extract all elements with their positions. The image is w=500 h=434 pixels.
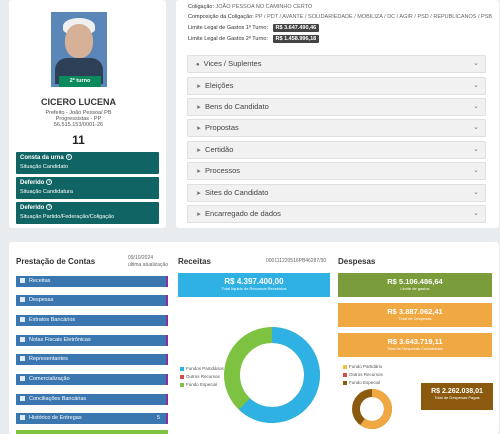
coalition-name-row: Coligação: JOÃO PESSOA NO CAMINHO CERTO bbox=[188, 4, 313, 10]
desp-legend-outros: Outros Recursos bbox=[343, 372, 383, 377]
btn-despesas[interactable]: Despesas bbox=[16, 295, 168, 306]
arrow-icon: ➤ bbox=[196, 169, 202, 175]
status-box-candidatura: Deferido? Situação Candidatura bbox=[16, 177, 159, 199]
candidate-number: 11 bbox=[72, 133, 85, 147]
btn-extratos[interactable]: Extratos Bancários bbox=[16, 315, 168, 326]
search-icon bbox=[20, 277, 25, 283]
despesas-contratadas-bar: R$ 3.643.719,11 Total de Despesas Contra… bbox=[338, 333, 492, 357]
status-box-urna: Consta da urna? Situação Candidato bbox=[16, 152, 159, 174]
section-sites[interactable]: ➤ Sites do Candidato ⌄ bbox=[187, 184, 486, 202]
candidate-cnpj: 56.515.153/0001-26 bbox=[53, 122, 104, 128]
section-vices[interactable]: ● Vices / Suplentes ⌄ bbox=[187, 55, 486, 73]
chevron-down-icon: ⌄ bbox=[473, 60, 479, 67]
help-icon[interactable]: ? bbox=[46, 179, 53, 186]
chevron-down-icon: ⌄ bbox=[473, 82, 479, 89]
chevron-down-icon: ⌄ bbox=[473, 103, 479, 110]
user-icon: ● bbox=[196, 62, 200, 68]
users-icon bbox=[20, 355, 25, 361]
arrow-icon: ➤ bbox=[196, 84, 202, 90]
btn-representantes[interactable]: Representantes bbox=[16, 354, 168, 365]
legend-especial: Fundo Especial bbox=[180, 382, 217, 387]
chevron-down-icon: ⌄ bbox=[473, 210, 479, 217]
despesas-limit-bar: R$ 5.106.486,64 Limite de gastos bbox=[338, 273, 492, 297]
despesas-total-bar: R$ 3.887.062,41 Total de Despesas bbox=[338, 303, 492, 327]
arrow-icon: ➤ bbox=[196, 212, 202, 218]
legend-outros: Outros Recursos bbox=[180, 374, 220, 379]
btn-historico[interactable]: Histórico de Entregas 5 bbox=[16, 413, 168, 424]
status-box-partido: Deferido? Situação Partido/Federação/Col… bbox=[16, 202, 159, 224]
coalition-composition-row: Composição da Coligação: PP / PDT / AVAN… bbox=[188, 14, 493, 20]
chevron-down-icon: ⌄ bbox=[473, 189, 479, 196]
search-icon bbox=[20, 296, 25, 302]
chevron-down-icon: ⌄ bbox=[473, 146, 479, 153]
btn-comercializacao[interactable]: Comercialização bbox=[16, 374, 168, 385]
receitas-title: Receitas bbox=[178, 257, 211, 266]
desp-legend-especial: Fundo Especial bbox=[343, 380, 380, 385]
document-icon bbox=[20, 316, 25, 322]
prestacao-update-label: última atualização bbox=[128, 262, 169, 268]
chevron-down-icon: ⌄ bbox=[473, 124, 479, 131]
despesas-title: Despesas bbox=[338, 257, 376, 266]
legend-fundos: Fundos Partidários bbox=[180, 366, 224, 371]
next-item-edge bbox=[16, 430, 168, 434]
section-eleicoes[interactable]: ➤ Eleições ⌄ bbox=[187, 77, 486, 95]
btn-notas-fiscais[interactable]: Notas Fiscais Eletrônicas bbox=[16, 335, 168, 346]
limit-1-row: Limite Legal de Gastos 1º Turno: R$ 3.64… bbox=[188, 24, 320, 32]
prestacao-title: Prestação de Contas bbox=[16, 257, 96, 266]
arrow-icon: ➤ bbox=[196, 105, 202, 111]
candidate-name: CICERO LUCENA bbox=[40, 97, 116, 107]
list-icon bbox=[20, 414, 25, 420]
arrow-icon: ➤ bbox=[196, 148, 202, 154]
section-bens[interactable]: ➤ Bens do Candidato ⌄ bbox=[187, 98, 486, 116]
arrow-icon: ➤ bbox=[196, 191, 202, 197]
section-certidao[interactable]: ➤ Certidão ⌄ bbox=[187, 141, 486, 159]
limit-2-row: Limite Legal de Gastos 2º Turno: R$ 1.45… bbox=[188, 35, 320, 43]
receitas-total-bar: R$ 4.397.400,00 Total líquido de Recurso… bbox=[178, 273, 330, 297]
limit-2-badge: R$ 1.458.996,18 bbox=[272, 35, 320, 43]
desp-legend-partidario: Fundo Partidário bbox=[343, 364, 382, 369]
document-icon bbox=[20, 336, 25, 342]
despesas-pagas-bar: R$ 2.262.038,01 Total de Despesas Pagas bbox=[421, 383, 493, 410]
count-badge: 5 bbox=[156, 415, 160, 421]
receitas-id: 000111220516PB46287/30 bbox=[266, 258, 327, 264]
section-encarregado[interactable]: ➤ Encarregado de dados ⌄ bbox=[187, 205, 486, 223]
help-icon[interactable]: ? bbox=[65, 154, 72, 161]
despesas-donut bbox=[352, 389, 392, 429]
arrow-icon: ➤ bbox=[196, 126, 202, 132]
btn-receitas[interactable]: Receitas bbox=[16, 276, 168, 287]
bank-icon bbox=[20, 395, 25, 401]
chevron-down-icon: ⌄ bbox=[473, 167, 479, 174]
btn-conciliacoes[interactable]: Conciliações Bancárias bbox=[16, 394, 168, 405]
turno-badge: 2º turno bbox=[59, 76, 101, 87]
prestacao-date: 09/10/2024 bbox=[128, 255, 154, 261]
help-icon[interactable]: ? bbox=[46, 204, 53, 211]
receitas-donut bbox=[224, 327, 320, 423]
cart-icon bbox=[20, 375, 25, 381]
section-processos[interactable]: ➤ Processos ⌄ bbox=[187, 162, 486, 180]
limit-1-badge: R$ 3.647.490,46 bbox=[272, 24, 320, 32]
section-propostas[interactable]: ➤ Propostas ⌄ bbox=[187, 119, 486, 137]
